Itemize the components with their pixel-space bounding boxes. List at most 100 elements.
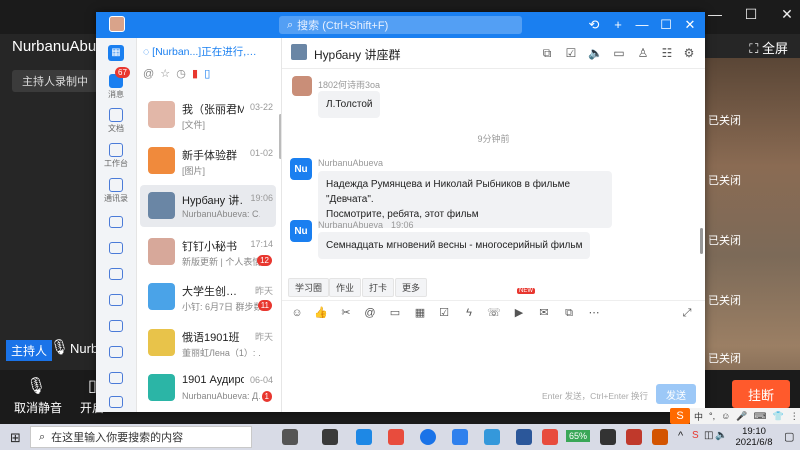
quick-reply-button[interactable]: 作业 — [329, 278, 362, 297]
sender-avatar[interactable] — [292, 76, 312, 96]
mail-icon[interactable]: ✉ — [537, 306, 551, 320]
screenshot-icon[interactable]: ⧉ — [562, 306, 576, 320]
meeting-icon[interactable]: ⧉ — [540, 46, 554, 60]
folder-icon[interactable]: ▭ — [612, 46, 626, 60]
ime-item[interactable]: °, — [709, 411, 715, 421]
conversation-item[interactable]: 我（张丽君M… 03-22 [文件] — [140, 94, 276, 136]
scrollbar[interactable] — [700, 228, 703, 254]
doc-icon[interactable]: ▯ — [204, 68, 210, 80]
folder-icon[interactable]: ▭ — [388, 306, 402, 320]
settings-icon[interactable]: ⚙ — [682, 46, 696, 60]
conversation-item[interactable]: 钉钉小秘书 17:14 新版更新 | 个人表情…12 — [140, 231, 276, 273]
app-icon[interactable] — [388, 429, 404, 445]
maximize-button[interactable]: ☐ — [740, 6, 762, 23]
system-clock[interactable]: 19:10 2021/6/8 — [726, 426, 782, 448]
fullscreen-button[interactable]: ⛶ 全屏 — [749, 38, 788, 57]
quick-reply-button[interactable]: 更多 — [395, 278, 428, 297]
quick-reply-button[interactable]: 打卡 — [362, 278, 395, 297]
app-icon[interactable] — [600, 429, 616, 445]
battery-indicator[interactable]: 65% — [566, 430, 591, 442]
phone-icon[interactable]: ☏ — [487, 306, 501, 320]
at-icon[interactable]: @ — [363, 306, 377, 320]
star-icon[interactable]: ☆ — [160, 68, 170, 80]
conversation-item[interactable]: 俄语1901班 昨天 董丽虹Лена（1）: … — [140, 322, 276, 364]
maximize-icon[interactable]: ☐ — [658, 17, 674, 33]
expand-icon[interactable]: ⤢ — [680, 306, 694, 320]
conversation-item[interactable]: 大学生创… 昨天小钉: 6月7日 群步数…11 — [140, 276, 276, 318]
ime-tray-icon[interactable]: S — [692, 430, 699, 441]
ime-item[interactable]: 中 — [694, 410, 703, 423]
chevron-up-icon[interactable]: ^ — [678, 430, 683, 442]
thumbs-up-icon[interactable]: 👍 — [314, 306, 328, 320]
ime-toolbar[interactable]: 中 °, ☺ 🎤 ⌨ 👕 ⋮⋮ — [690, 408, 800, 424]
more-apps-icon[interactable] — [109, 396, 123, 408]
user-avatar[interactable] — [109, 16, 125, 32]
keyboard-icon[interactable]: ⌨ — [754, 411, 767, 422]
scissors-icon[interactable]: ✂ — [339, 306, 353, 320]
calendar-icon[interactable]: ▦ — [413, 306, 427, 320]
end-call-button[interactable]: 挂断 — [732, 380, 790, 408]
file-icon[interactable]: ▮ — [192, 68, 198, 80]
unmute-button[interactable]: 取消静音 — [14, 399, 62, 416]
sender-avatar[interactable]: Nu — [290, 158, 312, 180]
sender-avatar[interactable]: Nu — [290, 220, 312, 242]
phone-icon[interactable] — [109, 346, 123, 358]
conversation-item[interactable]: 1901 Аудиро… 06-04 NurbanuAbueva: Д…1 — [140, 367, 276, 409]
word-icon[interactable] — [516, 429, 532, 445]
nav-contacts[interactable]: 通讯录 — [96, 178, 136, 204]
grid-icon[interactable]: ⋮⋮ — [790, 411, 800, 422]
task-view-icon[interactable] — [282, 429, 298, 445]
send-button[interactable]: 发送 — [656, 384, 696, 404]
mic-icon[interactable]: 🎤 — [736, 411, 747, 422]
app-icon[interactable] — [542, 429, 558, 445]
taskbar-search[interactable]: ⌕ 在这里输入你要搜索的内容 — [30, 426, 252, 448]
emoji-icon[interactable]: ☺ — [290, 306, 304, 320]
history-icon[interactable]: ⟲ — [586, 17, 602, 33]
store-icon[interactable] — [322, 429, 338, 445]
apps-grid-icon[interactable]: ▦ — [108, 45, 124, 61]
conversation-item[interactable]: 新手体验群 01-02 [图片] — [140, 140, 276, 182]
mic-muted-icon[interactable]: 🎙 — [26, 376, 46, 396]
minimize-icon[interactable]: — — [634, 17, 650, 33]
notification-icon[interactable]: ▢ — [784, 430, 794, 443]
nav-messages[interactable]: 消息 — [96, 74, 136, 100]
ime-logo[interactable]: S — [670, 408, 690, 424]
network-icon[interactable]: ◫ — [704, 430, 713, 441]
app-icon[interactable] — [652, 429, 668, 445]
calendar-icon[interactable] — [109, 216, 123, 228]
ding-icon[interactable] — [109, 242, 123, 254]
edge-icon[interactable] — [420, 429, 436, 445]
close-icon[interactable]: ✕ — [682, 17, 698, 33]
emoji-icon[interactable]: ☺ — [721, 411, 730, 421]
more-icon[interactable]: ⋯ — [587, 306, 601, 320]
conversation-item[interactable]: Нурбану 讲… 19:06 NurbanuAbueva: C… — [140, 185, 276, 227]
zoom-icon[interactable] — [484, 429, 500, 445]
speaker-icon[interactable]: 🔈 — [588, 46, 603, 60]
approval-icon[interactable] — [109, 372, 123, 384]
flash-icon[interactable] — [109, 294, 123, 306]
dingtalk-icon[interactable] — [452, 429, 468, 445]
clock-icon[interactable]: ◷ — [176, 68, 186, 80]
windows-start-icon[interactable]: ⊞ — [10, 430, 21, 446]
minimize-button[interactable]: — — [704, 6, 726, 22]
live-banner-text: [Nurban...]正在进行,… — [152, 46, 257, 58]
nav-workbench[interactable]: 工作台 — [96, 143, 136, 169]
app-icon[interactable] — [626, 429, 642, 445]
todo-icon[interactable] — [109, 268, 123, 280]
quick-reply-button[interactable]: 学习圈 — [288, 278, 330, 297]
at-icon[interactable]: @ — [143, 68, 154, 80]
add-member-icon[interactable]: ♙ — [636, 46, 650, 60]
close-button[interactable]: ✕ — [776, 6, 798, 23]
nav-docs[interactable]: 文档 — [96, 108, 136, 134]
group-icon[interactable]: ☷ — [660, 46, 674, 60]
live-video-icon[interactable]: ▶ — [512, 306, 526, 320]
flash-icon[interactable]: ϟ — [462, 306, 476, 320]
live-banner[interactable]: ◌ [Nurban...]正在进行,… — [143, 44, 257, 59]
search-input[interactable]: ⌕ 搜索 (Ctrl+Shift+F) — [279, 16, 522, 34]
plus-icon[interactable]: + — [610, 17, 626, 33]
task-icon[interactable]: ☑ — [437, 306, 451, 320]
mail-app-icon[interactable] — [356, 429, 372, 445]
mail-icon[interactable] — [109, 320, 123, 332]
skin-icon[interactable]: 👕 — [773, 411, 784, 422]
checkbox-icon[interactable]: ☑ — [564, 46, 578, 60]
